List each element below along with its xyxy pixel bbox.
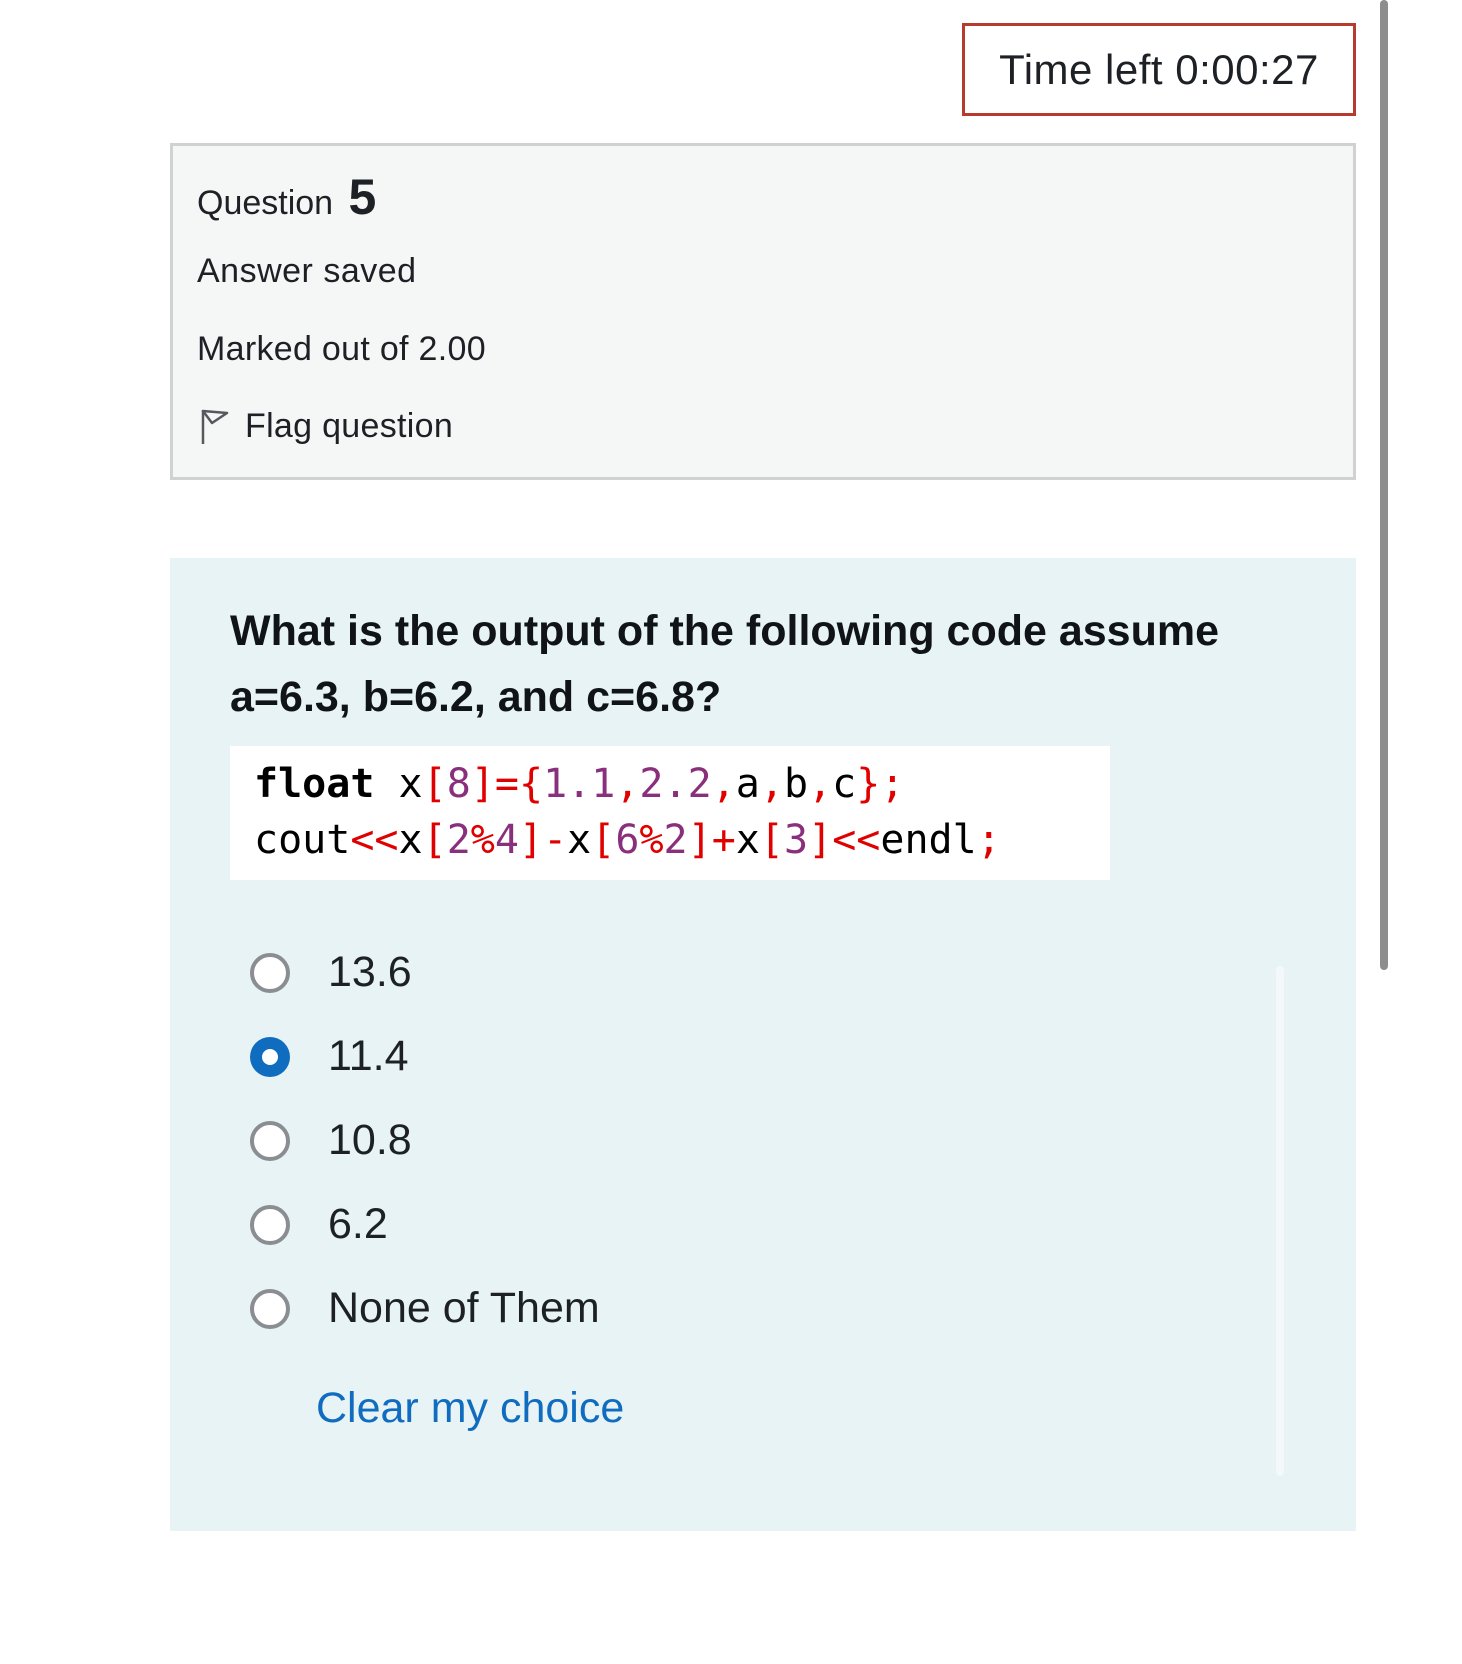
clear-my-choice-link[interactable]: Clear my choice <box>316 1384 624 1433</box>
flag-question-toggle[interactable]: Flag question <box>197 406 453 446</box>
code-snippet: float x[8]={1.1,2.2,a,b,c}; cout<<x[2%4]-… <box>230 746 1110 880</box>
question-text-line-2: a=6.3, b=6.2, and c=6.8? <box>230 673 722 721</box>
time-left-timer: Time left 0:00:27 <box>962 23 1356 116</box>
question-number: 5 <box>348 169 377 225</box>
grade-info: Marked out of 2.00 <box>197 330 486 368</box>
answer-option-label: None of Them <box>328 1284 600 1332</box>
answer-option-1[interactable]: 13.6 <box>250 948 412 997</box>
question-content: What is the output of the following code… <box>170 558 1356 1531</box>
answer-state: Answer saved <box>197 252 417 290</box>
question-text: What is the output of the following code… <box>230 598 1310 730</box>
flag-outline-icon <box>201 409 229 444</box>
radio-button[interactable] <box>250 1288 290 1329</box>
answer-option-3[interactable]: 10.8 <box>250 1116 412 1165</box>
code-line-2: cout<<x[2%4]-x[6%2]+x[3]<<endl; <box>254 817 1001 863</box>
answer-option-5[interactable]: None of Them <box>250 1284 600 1333</box>
radio-button[interactable] <box>250 1204 290 1245</box>
answer-option-2[interactable]: 11.4 <box>250 1032 409 1081</box>
answer-option-label: 13.6 <box>328 948 412 996</box>
answer-option-label: 6.2 <box>328 1200 388 1248</box>
radio-button[interactable] <box>250 1120 290 1161</box>
timer-label: Time left 0:00:27 <box>999 45 1319 93</box>
radio-button-selected[interactable] <box>250 1036 290 1077</box>
question-info-panel: Question 5 Answer saved Marked out of 2.… <box>170 143 1356 480</box>
flag-question-label: Flag question <box>245 406 454 445</box>
radio-button[interactable] <box>250 952 290 993</box>
question-label: Question <box>197 184 334 222</box>
code-line-1: float x[8]={1.1,2.2,a,b,c}; <box>254 761 905 807</box>
answer-option-4[interactable]: 6.2 <box>250 1200 388 1249</box>
options-scrollbar[interactable] <box>1276 966 1284 1476</box>
question-text-line-1: What is the output of the following code… <box>230 607 1219 655</box>
question-number-heading: Question 5 <box>197 168 376 226</box>
answer-option-label: 11.4 <box>328 1032 409 1080</box>
answer-option-label: 10.8 <box>328 1116 412 1164</box>
page-scrollbar[interactable] <box>1380 0 1388 970</box>
